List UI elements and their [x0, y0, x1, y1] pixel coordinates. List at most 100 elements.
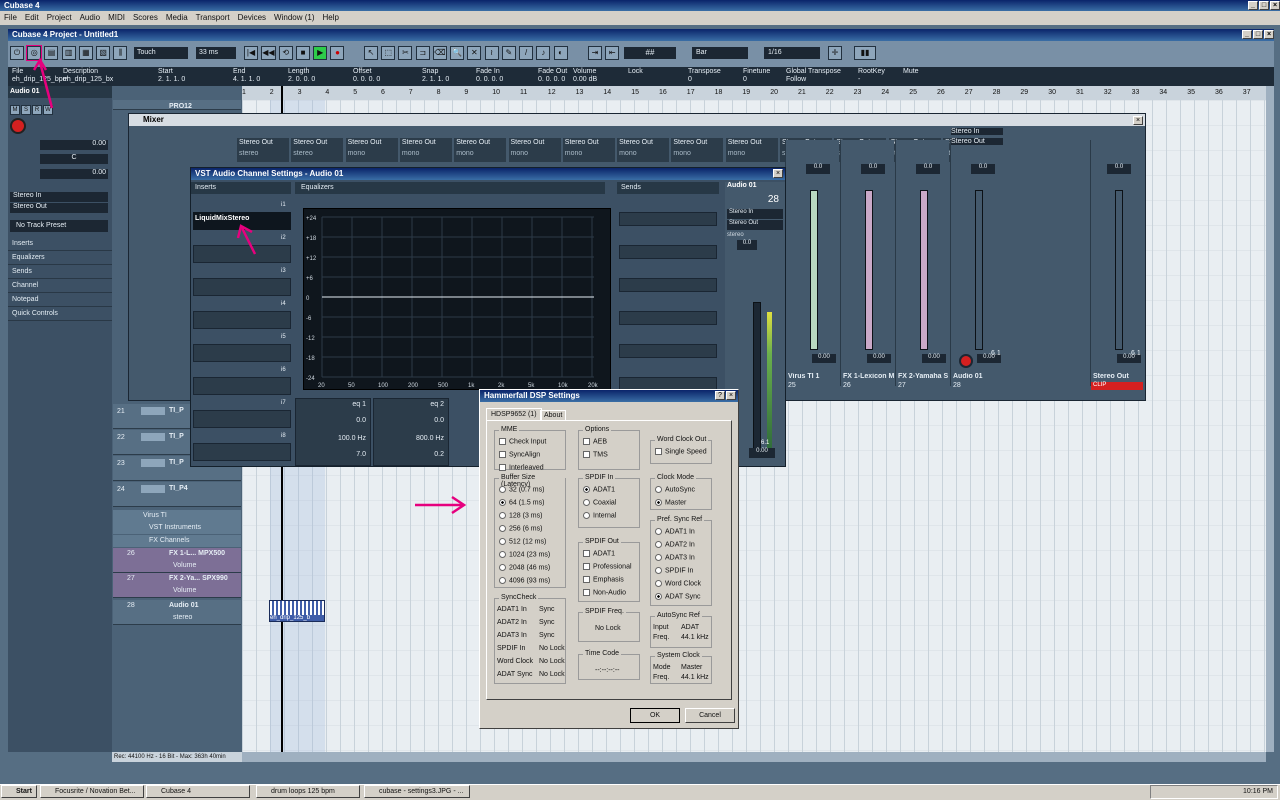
mme-group-label: MME [499, 426, 520, 433]
cancel-button[interactable]: Cancel [685, 708, 735, 723]
tab-about[interactable]: About [540, 410, 567, 420]
autosync-ref-group: AutoSync Ref Input ADAT Freq. 44.1 kHz [650, 612, 712, 648]
radio-button[interactable] [655, 567, 662, 574]
checkbox[interactable] [583, 438, 590, 445]
checkbox[interactable] [499, 451, 506, 458]
checkbox[interactable] [583, 576, 590, 583]
radio-adat1[interactable]: ADAT1 [583, 486, 615, 493]
option-label: ADAT2 In [665, 541, 695, 549]
checkbox-non-audio[interactable]: Non-Audio [583, 589, 626, 596]
radio-coaxial[interactable]: Coaxial [583, 499, 616, 506]
synccheck-source: ADAT3 In [497, 632, 527, 639]
option-label: ADAT3 In [665, 554, 695, 562]
checkbox-emphasis[interactable]: Emphasis [583, 576, 624, 583]
radio-adat1-in[interactable]: ADAT1 In [655, 528, 695, 535]
radio-adat3-in[interactable]: ADAT3 In [655, 554, 695, 561]
radio-word-clock[interactable]: Word Clock [655, 580, 701, 587]
radio-button[interactable] [655, 554, 662, 561]
dsp-help-button[interactable]: ? [715, 391, 725, 400]
checkbox-tms[interactable]: TMS [583, 451, 608, 458]
radio-32-0-7-ms-[interactable]: 32 (0.7 ms) [499, 486, 544, 493]
tab-hdsp9652[interactable]: HDSP9652 (1) [486, 408, 542, 420]
spdif-out-group: SPDIF Out ADAT1 Professional Emphasis Non-Au… [578, 538, 640, 602]
option-label: ADAT1 [593, 486, 616, 494]
checkbox-professional[interactable]: Professional [583, 563, 632, 570]
spdif-freq-value: No Lock [595, 625, 621, 632]
options-group: Options AEB TMS [578, 426, 640, 470]
synccheck-source: ADAT1 In [497, 606, 527, 613]
synccheck-source: ADAT2 In [497, 619, 527, 626]
radio-button[interactable] [583, 486, 590, 493]
checkbox[interactable] [583, 451, 590, 458]
radio-256-6-ms-[interactable]: 256 (6 ms) [499, 525, 542, 532]
checkbox-aeb[interactable]: AEB [583, 438, 607, 445]
radio-128-3-ms-[interactable]: 128 (3 ms) [499, 512, 542, 519]
checkbox[interactable] [583, 550, 590, 557]
option-label: AutoSync [665, 486, 695, 494]
radio-button[interactable] [583, 512, 590, 519]
taskbar-item[interactable]: Cubase 4 [146, 785, 250, 798]
option-label: 32 (0.7 ms) [509, 486, 545, 494]
radio-button[interactable] [655, 499, 662, 506]
option-label: ADAT Sync [665, 593, 701, 601]
checkbox[interactable] [655, 448, 662, 455]
synccheck-status: Sync [539, 632, 555, 639]
radio-button[interactable] [655, 486, 662, 493]
option-label: 2048 (46 ms) [509, 564, 551, 572]
start-button[interactable]: Start [1, 785, 37, 798]
dsp-titlebar: Hammerfall DSP Settings [480, 390, 738, 402]
radio-4096-93-ms-[interactable]: 4096 (93 ms) [499, 577, 550, 584]
taskbar-item[interactable]: Focusrite / Novation Bet... [40, 785, 144, 798]
checkbox[interactable] [499, 438, 506, 445]
radio-button[interactable] [499, 525, 506, 532]
radio-button[interactable] [583, 499, 590, 506]
taskbar-item[interactable]: cubase - settings3.JPG - ... [364, 785, 470, 798]
radio-adat-sync[interactable]: ADAT Sync [655, 593, 701, 600]
checkbox[interactable] [583, 563, 590, 570]
ok-button[interactable]: OK [630, 708, 680, 723]
autosync-label: Input [653, 624, 669, 631]
option-label: SyncAlign [509, 451, 541, 459]
radio-internal[interactable]: Internal [583, 512, 616, 519]
spdif-out-group-label: SPDIF Out [583, 538, 621, 545]
buffer-size-group: Buffer Size (Latency) 32 (0.7 ms) 64 (1.5 … [494, 474, 566, 588]
system-tray: 10:16 PM [1150, 785, 1278, 799]
radio-button[interactable] [655, 580, 662, 587]
checkbox[interactable] [499, 464, 506, 471]
radio-2048-46-ms-[interactable]: 2048 (46 ms) [499, 564, 550, 571]
checkbox-adat1[interactable]: ADAT1 [583, 550, 615, 557]
option-label: 512 (12 ms) [509, 538, 547, 546]
option-label: AEB [593, 438, 608, 446]
radio-1024-23-ms-[interactable]: 1024 (23 ms) [499, 551, 550, 558]
radio-master[interactable]: Master [655, 499, 686, 506]
clock-mode-group: Clock Mode AutoSync Master [650, 474, 712, 510]
spdif-in-group-label: SPDIF In [583, 474, 616, 481]
options-group-label: Options [583, 426, 612, 433]
checkbox-single-speed[interactable]: Single Speed [655, 448, 707, 455]
synccheck-source: ADAT Sync [497, 671, 533, 678]
checkbox-interleaved[interactable]: Interleaved [499, 464, 544, 471]
dsp-close-button[interactable]: × [726, 391, 736, 400]
radio-button[interactable] [655, 593, 662, 600]
checkbox-syncalign[interactable]: SyncAlign [499, 451, 540, 458]
radio-button[interactable] [499, 551, 506, 558]
checkbox-check-input[interactable]: Check Input [499, 438, 546, 445]
radio-button[interactable] [499, 486, 506, 493]
radio-autosync[interactable]: AutoSync [655, 486, 695, 493]
radio-button[interactable] [655, 541, 662, 548]
radio-spdif-in[interactable]: SPDIF In [655, 567, 693, 574]
radio-512-12-ms-[interactable]: 512 (12 ms) [499, 538, 546, 545]
annotation-arrow-2 [240, 227, 257, 255]
timecode-group: Time Code --:--:--:-- [578, 650, 640, 680]
radio-button[interactable] [499, 577, 506, 584]
radio-button[interactable] [499, 499, 506, 506]
radio-button[interactable] [499, 564, 506, 571]
radio-64-1-5-ms-[interactable]: 64 (1.5 ms) [499, 499, 544, 506]
radio-button[interactable] [499, 538, 506, 545]
option-label: Interleaved [509, 464, 544, 472]
radio-button[interactable] [499, 512, 506, 519]
radio-adat2-in[interactable]: ADAT2 In [655, 541, 695, 548]
taskbar-item[interactable]: drum loops 125 bpm [256, 785, 360, 798]
checkbox[interactable] [583, 589, 590, 596]
radio-button[interactable] [655, 528, 662, 535]
